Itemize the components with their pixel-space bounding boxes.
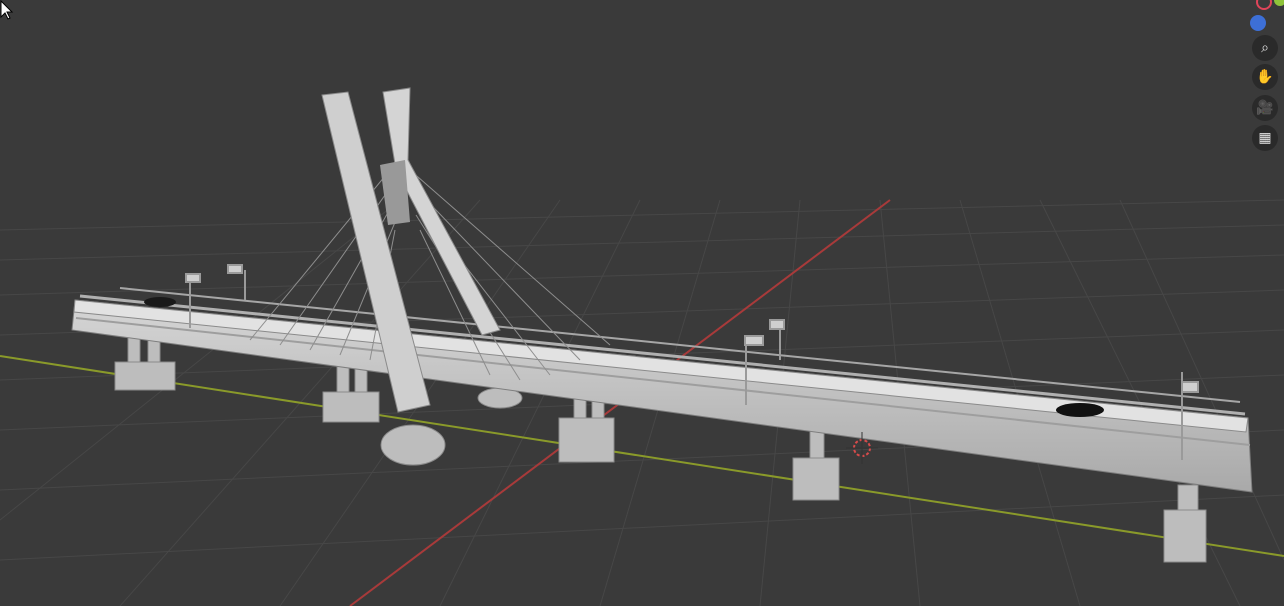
perspective-toggle-button[interactable]: ▦ xyxy=(1252,125,1278,151)
bridge-model[interactable] xyxy=(71,87,1253,563)
arrow-pointer-icon xyxy=(0,0,14,20)
navigation-panel: ⌕ ✋ 🎥 ▦ xyxy=(1244,0,1284,160)
grid-icon: ▦ xyxy=(1258,130,1272,146)
pan-button[interactable]: ✋ xyxy=(1252,64,1278,90)
gizmo-y-axis-icon[interactable] xyxy=(1274,0,1284,6)
gizmo-x-axis-icon[interactable] xyxy=(1256,0,1272,10)
gizmo-z-axis-icon[interactable] xyxy=(1250,15,1266,31)
magnifier-icon: ⌕ xyxy=(1261,40,1269,56)
camera-icon: 🎥 xyxy=(1256,100,1274,116)
zoom-button[interactable]: ⌕ xyxy=(1252,35,1278,61)
car-right xyxy=(1056,403,1104,417)
3d-viewport[interactable] xyxy=(0,0,1284,606)
hand-icon: ✋ xyxy=(1256,69,1274,85)
viewport-canvas[interactable] xyxy=(0,0,1284,606)
camera-view-button[interactable]: 🎥 xyxy=(1252,95,1278,121)
car-left xyxy=(144,297,176,307)
